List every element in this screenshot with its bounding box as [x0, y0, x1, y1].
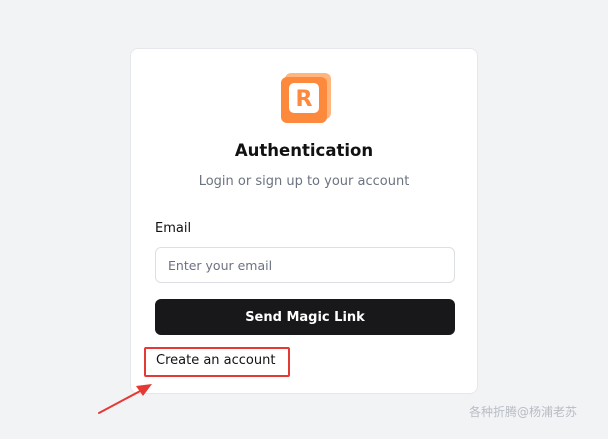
auth-card: R Authentication Login or sign up to you…	[130, 48, 478, 394]
email-input[interactable]	[155, 247, 455, 283]
annotation-arrow-icon	[98, 384, 152, 414]
email-label: Email	[155, 221, 192, 236]
send-magic-link-button[interactable]: Send Magic Link	[155, 299, 455, 335]
watermark: 各种折腾@杨浦老苏	[469, 405, 578, 419]
logo-letter: R	[296, 87, 313, 112]
page-subtitle: Login or sign up to your account	[198, 174, 410, 189]
app-logo: R	[281, 73, 331, 123]
create-account-link[interactable]: Create an account	[144, 347, 290, 377]
page-title: Authentication	[234, 141, 374, 160]
